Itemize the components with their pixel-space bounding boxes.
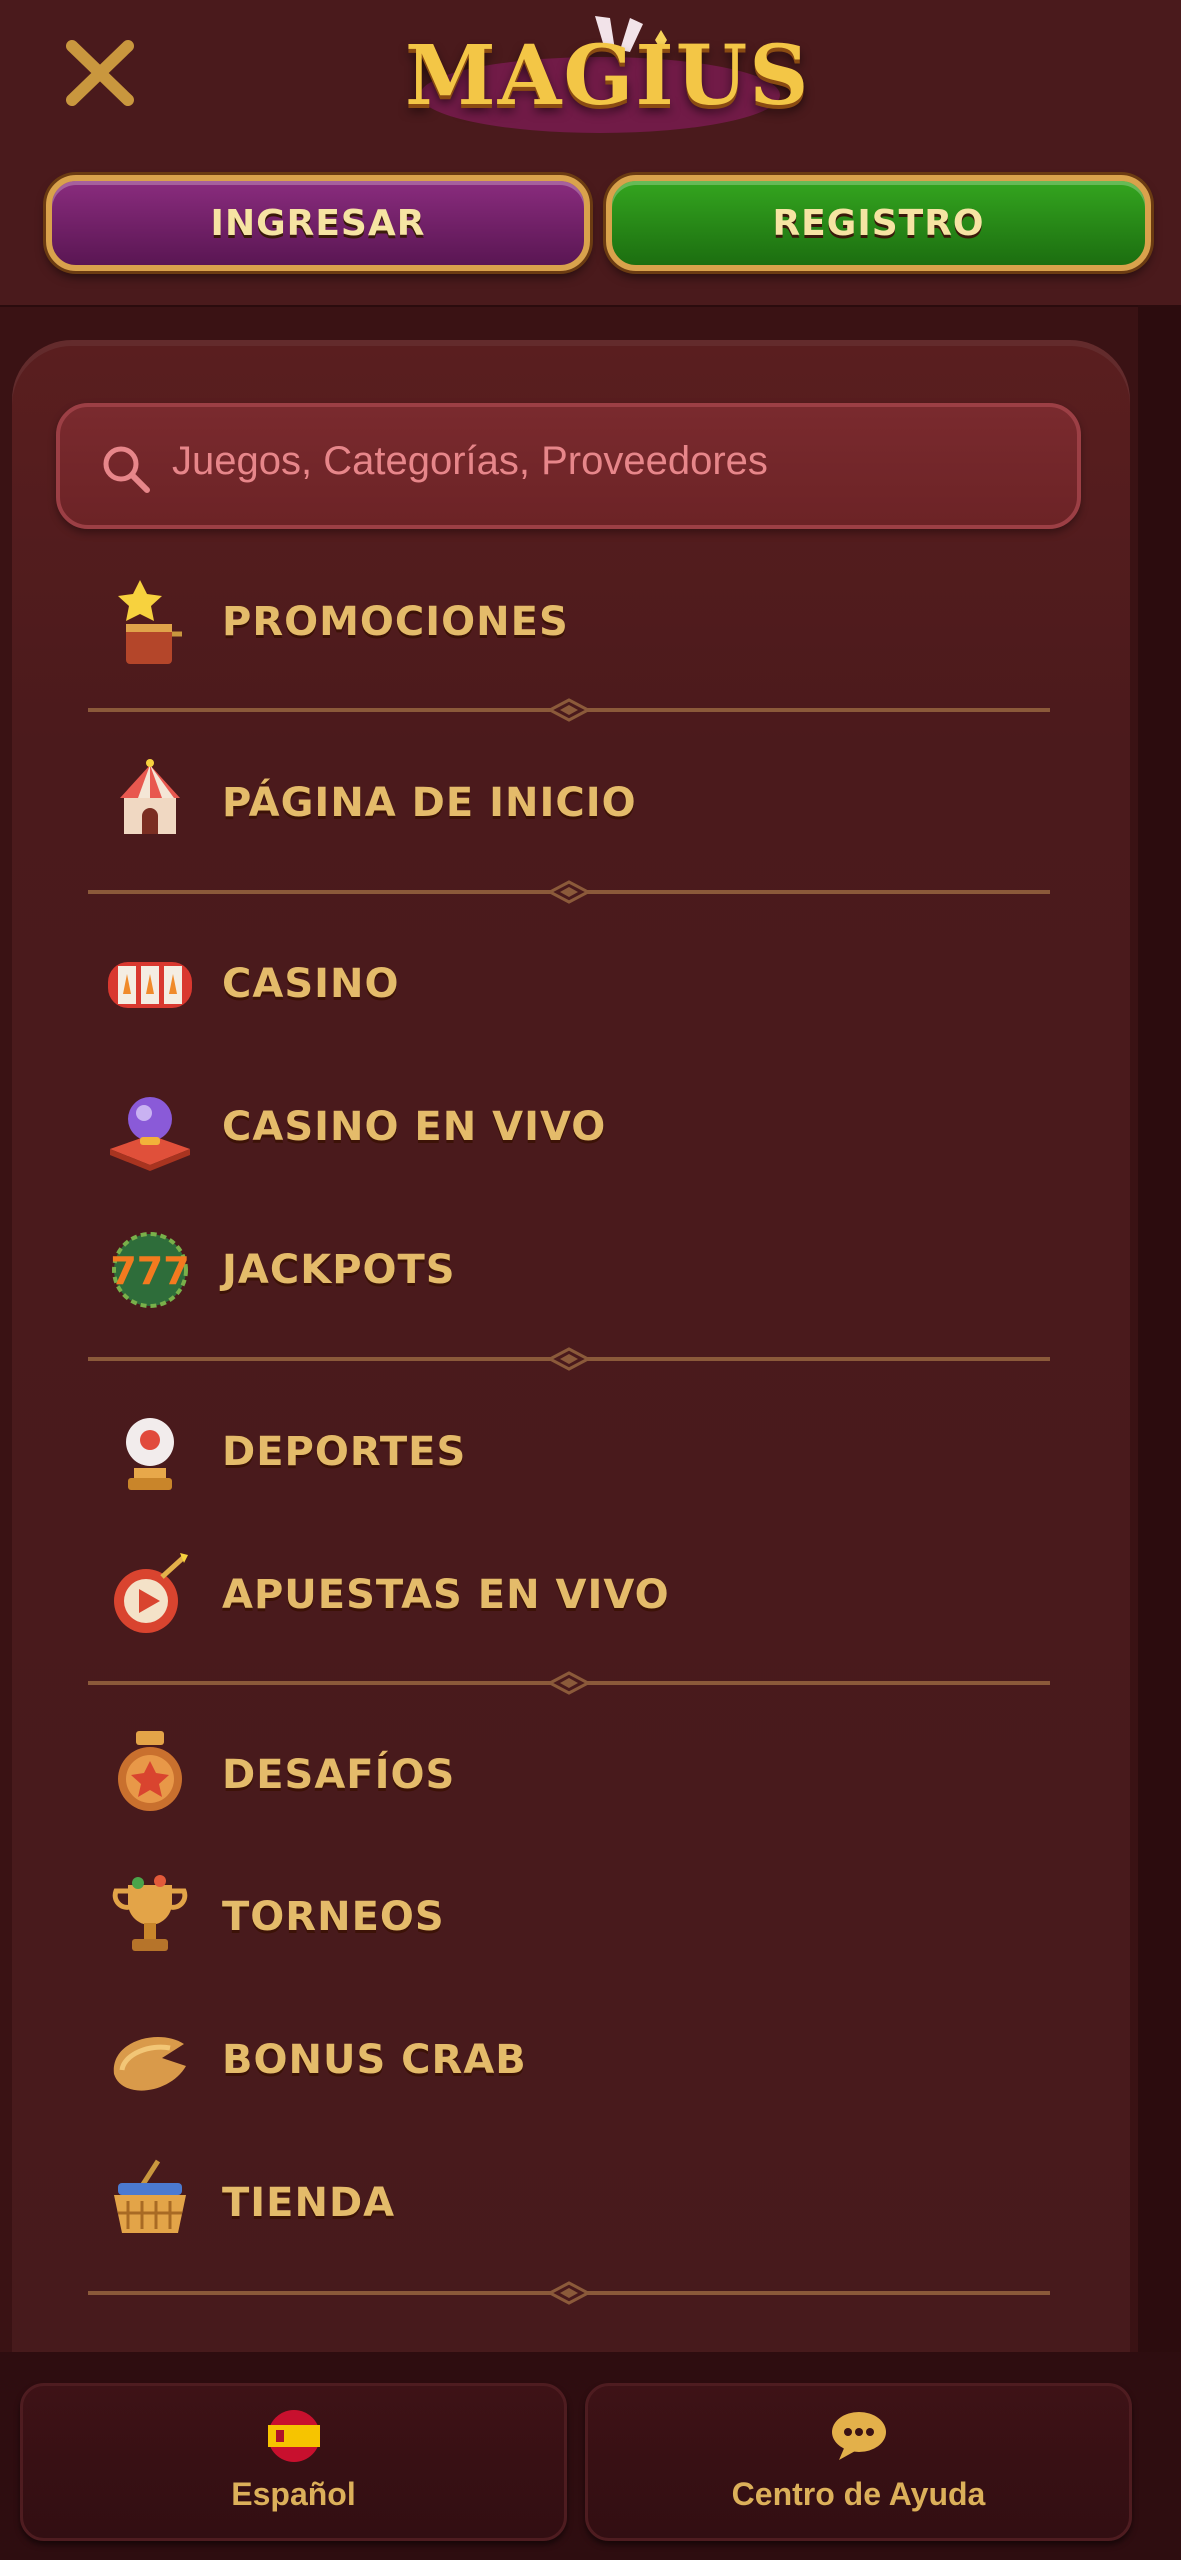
language-label: Español <box>231 2476 356 2512</box>
spain-flag-icon <box>268 2410 320 2462</box>
menu-item-promociones[interactable]: PROMOCIONES <box>100 567 1000 677</box>
menu-item-label: TIENDA <box>222 2180 396 2226</box>
menu-item-label: DESAFÍOS <box>222 1752 456 1798</box>
close-icon[interactable] <box>60 38 140 108</box>
jack-in-the-box-star-icon <box>118 580 182 664</box>
menu-item-label: DEPORTES <box>222 1429 467 1475</box>
register-button[interactable]: REGISTRO <box>606 175 1151 271</box>
brand-logo[interactable]: MAGIUS <box>405 10 811 135</box>
section-divider <box>88 880 1050 904</box>
help-center-label: Centro de Ayuda <box>731 2476 986 2512</box>
svg-text:777: 777 <box>110 1249 189 1293</box>
menu-item-label: APUESTAS EN VIVO <box>222 1572 670 1618</box>
star-medal-icon <box>118 1731 182 1811</box>
crab-claw-icon <box>113 2036 186 2091</box>
menu-item-label: TORNEOS <box>222 1894 445 1940</box>
menu-item-desafios[interactable]: DESAFÍOS <box>100 1720 1000 1830</box>
help-center-button[interactable]: Centro de Ayuda <box>585 2383 1132 2541</box>
menu-item-jackpots[interactable]: 777 JACKPOTS <box>100 1215 1000 1325</box>
circus-tent-icon <box>120 759 180 834</box>
dartboard-play-icon <box>114 1553 188 1633</box>
crystal-ball-icon <box>110 1097 190 1171</box>
menu-item-label: PROMOCIONES <box>222 599 569 645</box>
section-divider <box>88 1347 1050 1371</box>
menu-item-bonus-crab[interactable]: BONUS CRAB <box>100 2005 1000 2115</box>
search-icon <box>103 446 150 493</box>
logo-text: MAGIUS <box>405 28 811 124</box>
shopping-basket-icon <box>114 2159 186 2233</box>
menu-item-label: JACKPOTS <box>222 1247 456 1293</box>
menu-item-apuestas-en-vivo[interactable]: APUESTAS EN VIVO <box>100 1540 1000 1650</box>
menu-item-label: CASINO EN VIVO <box>222 1104 607 1150</box>
search-placeholder: Juegos, Categorías, Proveedores <box>172 439 768 483</box>
section-divider <box>88 698 1050 722</box>
top-header: MAGIUS INGRESAR REGISTRO <box>0 0 1181 307</box>
menu-item-torneos[interactable]: TORNEOS <box>100 1862 1000 1972</box>
section-divider <box>88 2281 1050 2305</box>
login-button[interactable]: INGRESAR <box>46 175 590 271</box>
slot-reels-icon <box>108 962 192 1008</box>
lucky-777-icon: 777 <box>110 1232 190 1308</box>
menu-item-tienda[interactable]: TIENDA <box>100 2148 1000 2258</box>
menu-item-casino[interactable]: CASINO <box>100 929 1000 1039</box>
menu-item-casino-en-vivo[interactable]: CASINO EN VIVO <box>100 1072 1000 1182</box>
menu-item-deportes[interactable]: DEPORTES <box>100 1397 1000 1507</box>
search-input[interactable]: Juegos, Categorías, Proveedores <box>56 403 1081 529</box>
menu-item-pagina-de-inicio[interactable]: PÁGINA DE INICIO <box>100 748 1000 858</box>
section-divider <box>88 1671 1050 1695</box>
language-button[interactable]: Español <box>20 2383 567 2541</box>
sports-ball-trophy-icon <box>126 1418 174 1490</box>
scrollbar-track[interactable] <box>1138 305 1181 2355</box>
trophy-cup-icon <box>112 1875 188 1951</box>
menu-item-label: BONUS CRAB <box>222 2037 527 2083</box>
chat-bubble-icon <box>832 2412 886 2460</box>
menu-item-label: CASINO <box>222 961 400 1007</box>
menu-item-label: PÁGINA DE INICIO <box>222 780 637 826</box>
